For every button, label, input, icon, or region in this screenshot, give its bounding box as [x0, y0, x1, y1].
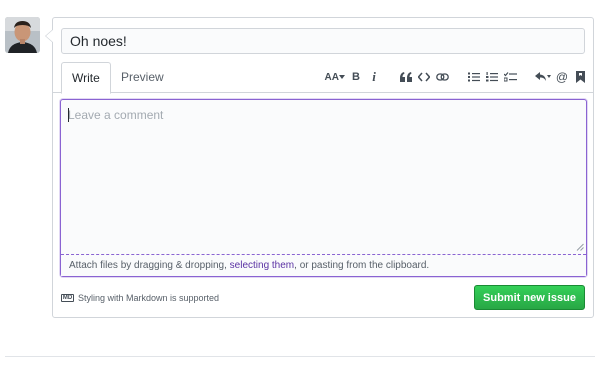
code-icon[interactable]: [417, 68, 431, 86]
issue-title-input[interactable]: [61, 28, 585, 54]
user-avatar-image: [5, 17, 40, 53]
resize-handle-icon[interactable]: [576, 243, 584, 251]
mention-icon[interactable]: @: [555, 68, 569, 86]
bold-icon[interactable]: B: [349, 68, 363, 86]
markdown-help[interactable]: MD Styling with Markdown is supported: [61, 293, 219, 303]
reply-icon[interactable]: [535, 68, 551, 86]
link-icon[interactable]: [435, 68, 449, 86]
ordered-list-icon[interactable]: [485, 68, 499, 86]
bold-label: B: [352, 71, 360, 83]
editor-tabs: Write Preview AA B i @: [53, 62, 593, 94]
attach-prefix: Attach files by dragging & dropping,: [69, 260, 230, 271]
text-size-icon[interactable]: AA: [325, 68, 345, 86]
attach-suffix: , or pasting from the clipboard.: [294, 260, 430, 271]
unordered-list-icon[interactable]: [467, 68, 481, 86]
quote-icon[interactable]: [399, 68, 413, 86]
select-files-link[interactable]: selecting them: [230, 260, 294, 271]
markdown-toolbar: AA B i @: [321, 67, 587, 87]
divider: [5, 356, 595, 357]
bookmark-icon[interactable]: [573, 68, 587, 86]
italic-icon[interactable]: i: [367, 68, 381, 86]
comment-textarea[interactable]: [61, 100, 586, 254]
tab-preview[interactable]: Preview: [111, 62, 174, 94]
tab-write[interactable]: Write: [61, 62, 111, 94]
avatar[interactable]: [5, 17, 40, 53]
submit-issue-button[interactable]: Submit new issue: [474, 285, 585, 310]
text-caret: [68, 108, 69, 122]
mention-label: @: [555, 70, 569, 84]
italic-label: i: [372, 69, 376, 84]
markdown-note: Styling with Markdown is supported: [78, 293, 220, 303]
new-issue-form: Write Preview AA B i: [45, 17, 594, 318]
comment-editor: Attach files by dragging & dropping, sel…: [60, 99, 587, 277]
task-list-icon[interactable]: [503, 68, 517, 86]
heading-label: AA: [324, 71, 339, 83]
attach-files-bar[interactable]: Attach files by dragging & dropping, sel…: [61, 254, 586, 276]
markdown-icon: MD: [61, 294, 74, 302]
